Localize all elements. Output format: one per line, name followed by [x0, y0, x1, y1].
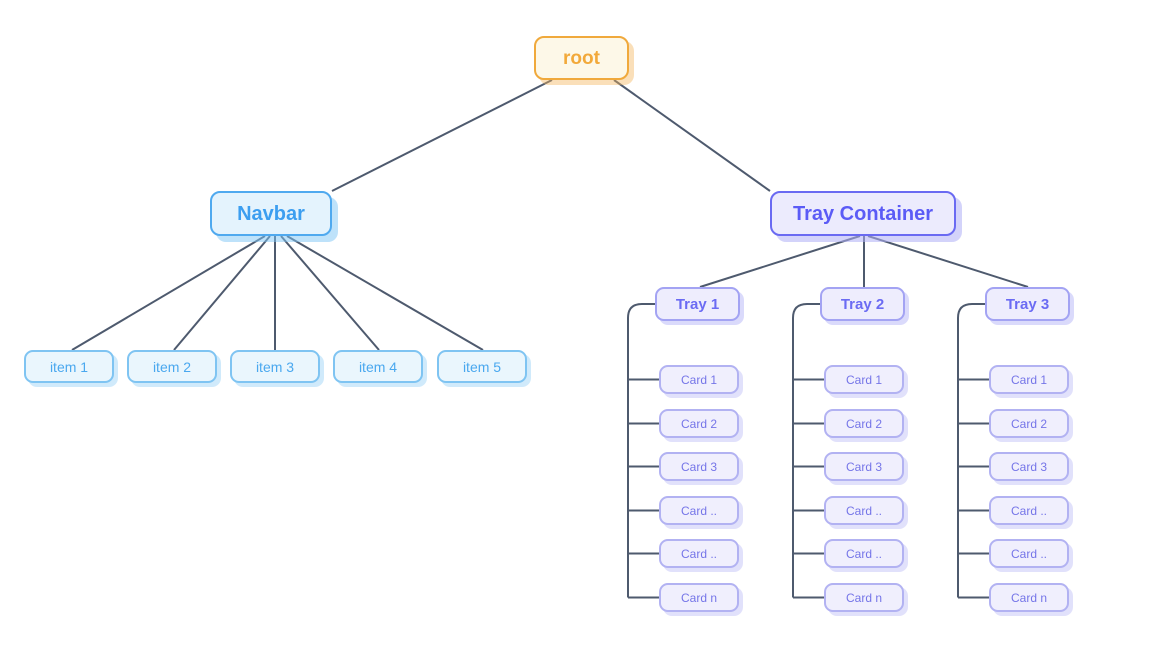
node-tray-3-card-4[interactable]: Card .. [989, 496, 1069, 525]
edge-layer [71, 79, 1029, 599]
node-tray-2-card-6[interactable]: Card n [824, 583, 904, 612]
node-tray-3-card-3[interactable]: Card 3 [989, 452, 1069, 481]
tray-2-trunk [792, 303, 820, 598]
node-tray-2[interactable]: Tray 2 [820, 287, 905, 321]
node-tray-1-card-5[interactable]: Card .. [659, 539, 739, 568]
node-tray-3-card-3-label: Card 3 [1010, 459, 1048, 474]
node-tray-3-card-1-label: Card 1 [1010, 372, 1048, 387]
node-item-3[interactable]: item 3 [230, 350, 320, 383]
node-tray-3-card-6[interactable]: Card n [989, 583, 1069, 612]
node-tray-3-card-2-label: Card 2 [1010, 416, 1048, 431]
edge-tray-container-to-tray-3 [867, 235, 1029, 288]
node-tray-1-card-5-label: Card .. [680, 546, 717, 561]
node-tray-1-card-4[interactable]: Card .. [659, 496, 739, 525]
node-item-1-label: item 1 [49, 358, 89, 375]
node-tray-container-label: Tray Container [792, 202, 934, 225]
tray-1-trunk [627, 303, 655, 598]
node-tray-1-card-2-label: Card 2 [680, 416, 718, 431]
edge-tray-container-to-tray-1 [699, 235, 861, 288]
node-item-2-label: item 2 [152, 358, 192, 375]
node-navbar-label: Navbar [237, 202, 305, 225]
node-tray-3-card-5[interactable]: Card .. [989, 539, 1069, 568]
edge-navbar-to-item-1 [71, 235, 266, 351]
node-item-2[interactable]: item 2 [127, 350, 217, 383]
node-tray-2-card-1-label: Card 1 [845, 372, 883, 387]
node-item-5-label: item 5 [462, 358, 502, 375]
node-tray-3-card-5-label: Card .. [1010, 546, 1047, 561]
node-tray-3-card-4-label: Card .. [1010, 503, 1047, 518]
node-tray-1[interactable]: Tray 1 [655, 287, 740, 321]
node-tray-3-card-1[interactable]: Card 1 [989, 365, 1069, 394]
node-tray-2-card-2[interactable]: Card 2 [824, 409, 904, 438]
diagram-canvas: root Navbar Tray Container item 1 item 2 item… [0, 0, 1156, 665]
node-item-3-label: item 3 [255, 358, 295, 375]
node-tray-1-card-6[interactable]: Card n [659, 583, 739, 612]
edge-navbar-to-item-5 [286, 235, 484, 351]
edge-navbar-to-item-4 [280, 235, 380, 351]
node-tray-1-card-2[interactable]: Card 2 [659, 409, 739, 438]
edge-root-to-tray-container [613, 79, 771, 192]
node-tray-1-card-1[interactable]: Card 1 [659, 365, 739, 394]
node-item-4-label: item 4 [358, 358, 398, 375]
node-tray-3-card-6-label: Card n [1010, 590, 1048, 605]
node-tray-2-label: Tray 2 [840, 295, 885, 313]
node-tray-3[interactable]: Tray 3 [985, 287, 1070, 321]
node-tray-1-label: Tray 1 [675, 295, 720, 313]
node-tray-2-card-6-label: Card n [845, 590, 883, 605]
node-tray-2-card-5-label: Card .. [845, 546, 882, 561]
tray-3-trunk [957, 303, 985, 598]
edge-root-to-navbar [331, 79, 553, 192]
node-tray-3-label: Tray 3 [1005, 295, 1050, 313]
node-tray-2-card-4[interactable]: Card .. [824, 496, 904, 525]
node-item-5[interactable]: item 5 [437, 350, 527, 383]
node-tray-2-card-5[interactable]: Card .. [824, 539, 904, 568]
edge-navbar-to-item-2 [173, 235, 271, 351]
node-root[interactable]: root [534, 36, 629, 80]
node-tray-1-card-4-label: Card .. [680, 503, 717, 518]
node-tray-2-card-3[interactable]: Card 3 [824, 452, 904, 481]
node-tray-1-card-6-label: Card n [680, 590, 718, 605]
node-root-label: root [563, 47, 600, 69]
node-tray-2-card-2-label: Card 2 [845, 416, 883, 431]
node-tray-2-card-1[interactable]: Card 1 [824, 365, 904, 394]
node-tray-1-card-1-label: Card 1 [680, 372, 718, 387]
node-tray-1-card-3[interactable]: Card 3 [659, 452, 739, 481]
node-navbar[interactable]: Navbar [210, 191, 332, 236]
node-tray-2-card-4-label: Card .. [845, 503, 882, 518]
node-tray-3-card-2[interactable]: Card 2 [989, 409, 1069, 438]
node-item-1[interactable]: item 1 [24, 350, 114, 383]
node-tray-2-card-3-label: Card 3 [845, 459, 883, 474]
node-item-4[interactable]: item 4 [333, 350, 423, 383]
node-tray-1-card-3-label: Card 3 [680, 459, 718, 474]
node-tray-container[interactable]: Tray Container [770, 191, 956, 236]
